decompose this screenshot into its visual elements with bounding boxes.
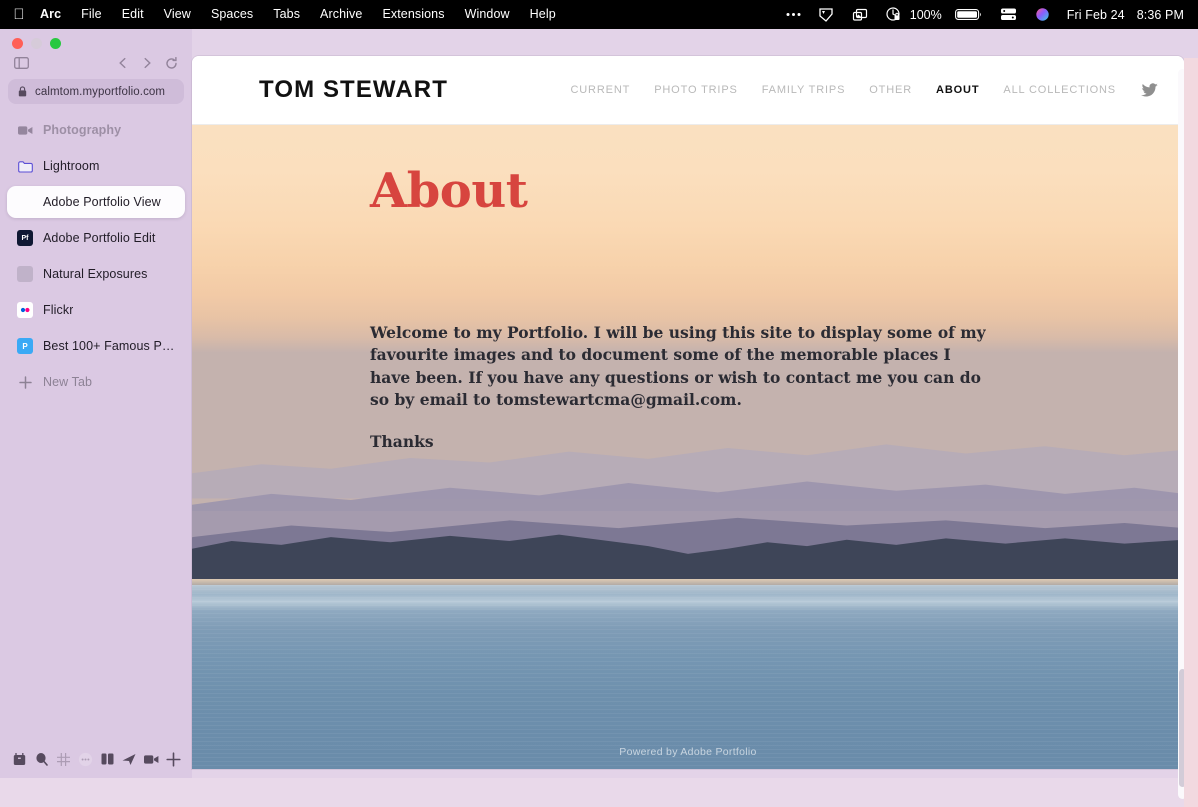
sidebar-space-photography[interactable]: Photography [7,114,185,146]
nav-item-about[interactable]: ABOUT [924,84,991,96]
site-navigation: CURRENT PHOTO TRIPS FAMILY TRIPS OTHER A… [558,83,1162,97]
about-body-text: Welcome to my Portfolio. I will be using… [370,323,986,409]
tab-label: Photography [43,123,122,137]
tab-label: Lightroom [43,159,100,173]
sidebar-bottom-toolbar [0,740,192,778]
ellipsis-icon[interactable] [777,0,810,29]
control-center-icon[interactable] [810,0,843,29]
archive-icon[interactable] [8,744,30,774]
menu-bar-time[interactable]: 8:36 PM [1129,8,1188,22]
folder-icon [17,158,33,174]
lock-icon [18,86,28,98]
nav-item-photo-trips[interactable]: PHOTO TRIPS [642,84,750,96]
url-text: calmtom.myportfolio.com [35,85,166,98]
menu-item-file[interactable]: File [71,0,112,29]
nav-item-other[interactable]: OTHER [857,84,924,96]
flickr-favicon-icon [17,302,33,318]
powered-by-footer[interactable]: Powered by Adobe Portfolio [192,746,1184,758]
grid-icon[interactable] [52,744,74,774]
menu-bar-left:  Arc File Edit View Spaces Tabs Archive… [8,0,566,29]
menu-item-edit[interactable]: Edit [112,0,154,29]
site-header: TOM STEWART CURRENT PHOTO TRIPS FAMILY T… [192,56,1184,125]
battery-percentage: 100% [909,7,942,22]
about-thanks-text: Thanks [370,432,434,452]
hero-background-photo: About Welcome to my Portfolio. I will be… [192,125,1184,769]
split-view-icon[interactable] [96,744,118,774]
keyboard-icon[interactable] [991,0,1026,29]
minimize-window-button[interactable] [31,37,42,49]
web-content-area: TOM STEWART CURRENT PHOTO TRIPS FAMILY T… [192,56,1184,769]
tab-favicon-placeholder [17,194,33,210]
new-tab-button[interactable]: New Tab [7,366,185,398]
sidebar-item-flickr[interactable]: Flickr [7,294,185,326]
menu-bar-status-items: 100% Fri Feb 24 8:36 PM [777,0,1188,29]
about-content: About Welcome to my Portfolio. I will be… [192,125,1184,451]
more-icon[interactable] [74,744,96,774]
tab-label: New Tab [43,375,93,389]
mouse-icon[interactable] [30,744,52,774]
tab-label: Natural Exposures [43,267,148,281]
arc-browser-window: calmtom.myportfolio.com Photography Ligh… [0,29,1198,807]
reload-icon[interactable] [162,54,180,72]
menu-item-tabs[interactable]: Tabs [263,0,310,29]
water-layer [192,585,1184,769]
blank-favicon-icon [17,266,33,282]
right-edge-pane [1184,58,1198,807]
url-bar[interactable]: calmtom.myportfolio.com [8,79,184,104]
menu-item-arc[interactable]: Arc [30,0,71,29]
maximize-window-button[interactable] [50,37,61,49]
pf-favicon-icon: Pf [17,230,33,246]
menu-bar-date[interactable]: Fri Feb 24 [1059,8,1129,22]
tab-label: Best 100+ Famous Photog... [43,339,175,353]
sidebar-item-best-100-famous-photographers[interactable]: P Best 100+ Famous Photog... [7,330,185,362]
battery-icon[interactable] [946,0,991,29]
sidebar-item-lightroom[interactable]: Lightroom [7,150,185,182]
twitter-icon[interactable] [1128,83,1162,97]
screen-mirroring-icon[interactable] [843,0,877,29]
tab-label: Flickr [43,303,74,317]
video-icon[interactable] [140,744,162,774]
menu-item-archive[interactable]: Archive [310,0,372,29]
sidebar-item-natural-exposures[interactable]: Natural Exposures [7,258,185,290]
sidebar-toggle-icon[interactable] [12,54,30,72]
nav-item-current[interactable]: CURRENT [558,84,642,96]
browser-sidebar: calmtom.myportfolio.com Photography Ligh… [0,29,192,778]
menu-item-window[interactable]: Window [455,0,520,29]
back-icon[interactable] [114,54,132,72]
boost-icon[interactable] [118,744,140,774]
menu-item-extensions[interactable]: Extensions [372,0,454,29]
menu-item-help[interactable]: Help [520,0,566,29]
camera-icon [17,122,33,138]
sidebar-item-adobe-portfolio-edit[interactable]: Pf Adobe Portfolio Edit [7,222,185,254]
p-favicon-icon: P [17,338,33,354]
tab-list: Photography Lightroom Adobe Portfolio Vi… [0,114,192,740]
window-traffic-lights [0,29,192,51]
plus-icon [17,374,33,390]
siri-icon[interactable] [1026,0,1059,29]
close-window-button[interactable] [12,37,23,49]
nav-item-family-trips[interactable]: FAMILY TRIPS [750,84,858,96]
macos-menu-bar:  Arc File Edit View Spaces Tabs Archive… [0,0,1198,29]
forward-icon[interactable] [138,54,156,72]
site-title[interactable]: TOM STEWART [259,76,448,104]
browser-nav-row [0,51,192,75]
new-tab-plus-icon[interactable] [162,744,184,774]
tab-label: Adobe Portfolio View [43,195,161,209]
nav-item-all-collections[interactable]: ALL COLLECTIONS [991,84,1128,96]
page-title: About [370,163,528,219]
sidebar-item-adobe-portfolio-view[interactable]: Adobe Portfolio View [7,186,185,218]
menu-item-spaces[interactable]: Spaces [201,0,263,29]
menu-item-view[interactable]: View [154,0,201,29]
vpn-shield-icon[interactable] [877,0,910,29]
apple-logo-icon[interactable]:  [8,0,30,29]
tab-label: Adobe Portfolio Edit [43,231,156,245]
